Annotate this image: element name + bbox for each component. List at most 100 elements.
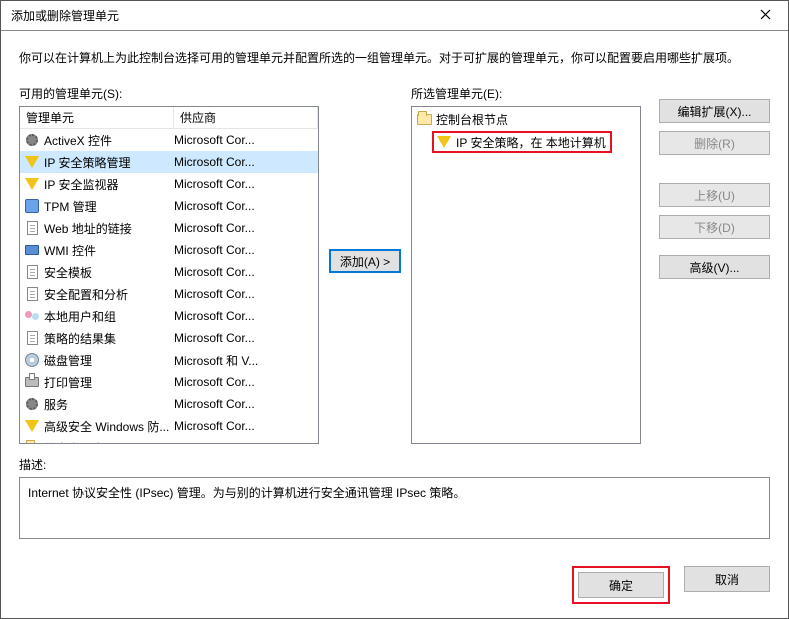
list-row-name: 本地用户和组 [44,308,174,325]
close-button[interactable] [742,1,788,31]
list-row-vendor: Microsoft Cor... [174,309,318,323]
list-row-name: ActiveX 控件 [44,132,174,149]
list-row-name: Web 地址的链接 [44,220,174,237]
list-row-vendor: Microsoft Cor... [174,177,318,191]
selected-label: 所选管理单元(E): [411,85,641,102]
list-row-name: 磁盘管理 [44,352,174,369]
list-row[interactable]: 策略的结果集Microsoft Cor... [20,327,318,349]
list-row-name: WMI 控件 [44,242,174,259]
available-list-rows[interactable]: ActiveX 控件Microsoft Cor...IP 安全策略管理Micro… [20,129,318,443]
list-row[interactable]: IP 安全策略管理Microsoft Cor... [20,151,318,173]
list-row-vendor: Microsoft Cor... [174,441,318,443]
gear-icon [24,396,40,412]
list-row[interactable]: IP 安全监视器Microsoft Cor... [20,173,318,195]
list-row-name: IP 安全策略管理 [44,154,174,171]
close-icon [760,9,771,23]
list-row[interactable]: 安全模板Microsoft Cor... [20,261,318,283]
shield-icon [436,134,452,150]
list-row-name: IP 安全监视器 [44,176,174,193]
tree-child-label: IP 安全策略，在 本地计算机 [456,134,606,151]
list-row[interactable]: Web 地址的链接Microsoft Cor... [20,217,318,239]
tree-child-node[interactable]: IP 安全策略，在 本地计算机 [432,131,612,153]
list-row[interactable]: 本地用户和组Microsoft Cor... [20,305,318,327]
move-up-button[interactable]: 上移(U) [659,183,770,207]
instruction-text: 你可以在计算机上为此控制台选择可用的管理单元并配置所选的一组管理单元。对于可扩展… [19,49,770,67]
selected-column: 所选管理单元(E): 控制台根节点 IP 安全策略，在 本地计算机 [411,85,641,444]
list-row-name: 安全配置和分析 [44,286,174,303]
list-row[interactable]: 安全配置和分析Microsoft Cor... [20,283,318,305]
shield-icon [24,154,40,170]
shield-icon [24,418,40,434]
gear-icon [24,132,40,148]
list-row[interactable]: WMI 控件Microsoft Cor... [20,239,318,261]
description-section: 描述: Internet 协议安全性 (IPsec) 管理。为与别的计算机进行安… [19,456,770,539]
list-row-vendor: Microsoft Cor... [174,221,318,235]
description-text: Internet 协议安全性 (IPsec) 管理。为与别的计算机进行安全通讯管… [28,486,465,500]
list-row-vendor: Microsoft Cor... [174,419,318,433]
col-header-vendor[interactable]: 供应商 [174,107,318,128]
edit-extensions-button[interactable]: 编辑扩展(X)... [659,99,770,123]
spacer [659,163,770,175]
folder-icon [24,440,40,443]
list-row-name: 策略的结果集 [44,330,174,347]
monitor-icon [24,242,40,258]
tree-root-node[interactable]: 控制台根节点 [414,109,638,129]
generic-icon [24,198,40,214]
action-buttons-column: 编辑扩展(X)... 删除(R) 上移(U) 下移(D) 高级(V)... [651,85,770,279]
doc-icon [24,264,40,280]
middle-column: 添加(A) > [329,85,401,273]
list-row-name: 服务 [44,396,174,413]
available-list-header[interactable]: 管理单元 供应商 [20,107,318,129]
list-row-name: 高级安全 Windows 防... [44,418,174,435]
window-title: 添加或删除管理单元 [11,7,742,24]
list-row-vendor: Microsoft 和 V... [174,352,318,369]
list-row-vendor: Microsoft Cor... [174,375,318,389]
list-row-name: 打印管理 [44,374,174,391]
list-row[interactable]: 共享文件夹Microsoft Cor... [20,437,318,443]
advanced-button[interactable]: 高级(V)... [659,255,770,279]
list-row-vendor: Microsoft Cor... [174,265,318,279]
list-row[interactable]: 磁盘管理Microsoft 和 V... [20,349,318,371]
list-row-name: 共享文件夹 [44,440,174,444]
list-row[interactable]: 高级安全 Windows 防...Microsoft Cor... [20,415,318,437]
available-label: 可用的管理单元(S): [19,85,319,102]
list-row-vendor: Microsoft Cor... [174,133,318,147]
cancel-button[interactable]: 取消 [684,566,770,592]
list-row[interactable]: ActiveX 控件Microsoft Cor... [20,129,318,151]
list-row[interactable]: TPM 管理Microsoft Cor... [20,195,318,217]
available-column: 可用的管理单元(S): 管理单元 供应商 ActiveX 控件Microsoft… [19,85,319,444]
titlebar: 添加或删除管理单元 [1,1,788,31]
list-row-name: TPM 管理 [44,198,174,215]
available-listbox[interactable]: 管理单元 供应商 ActiveX 控件Microsoft Cor...IP 安全… [19,106,319,444]
list-row[interactable]: 打印管理Microsoft Cor... [20,371,318,393]
columns: 可用的管理单元(S): 管理单元 供应商 ActiveX 控件Microsoft… [19,85,770,444]
move-down-button[interactable]: 下移(D) [659,215,770,239]
list-row-name: 安全模板 [44,264,174,281]
ok-highlight: 确定 [572,566,670,604]
col-header-name[interactable]: 管理单元 [20,107,174,128]
dialog-body: 你可以在计算机上为此控制台选择可用的管理单元并配置所选的一组管理单元。对于可扩展… [1,31,788,556]
description-box: Internet 协议安全性 (IPsec) 管理。为与别的计算机进行安全通讯管… [19,477,770,539]
disk-icon [24,352,40,368]
ok-button[interactable]: 确定 [578,572,664,598]
dialog-window: 添加或删除管理单元 你可以在计算机上为此控制台选择可用的管理单元并配置所选的一组… [0,0,789,619]
selected-tree[interactable]: 控制台根节点 IP 安全策略，在 本地计算机 [411,106,641,444]
shield-icon [24,176,40,192]
folder-icon [416,111,432,127]
dialog-footer: 确定 取消 [1,556,788,618]
users-icon [24,308,40,324]
doc-icon [24,330,40,346]
tree-root-label: 控制台根节点 [436,111,508,128]
add-button[interactable]: 添加(A) > [329,249,401,273]
list-row-vendor: Microsoft Cor... [174,155,318,169]
description-label: 描述: [19,456,770,473]
list-row-vendor: Microsoft Cor... [174,287,318,301]
printer-icon [24,374,40,390]
list-row-vendor: Microsoft Cor... [174,331,318,345]
list-row-vendor: Microsoft Cor... [174,199,318,213]
list-row-vendor: Microsoft Cor... [174,243,318,257]
doc-icon [24,286,40,302]
remove-button[interactable]: 删除(R) [659,131,770,155]
list-row-vendor: Microsoft Cor... [174,397,318,411]
list-row[interactable]: 服务Microsoft Cor... [20,393,318,415]
